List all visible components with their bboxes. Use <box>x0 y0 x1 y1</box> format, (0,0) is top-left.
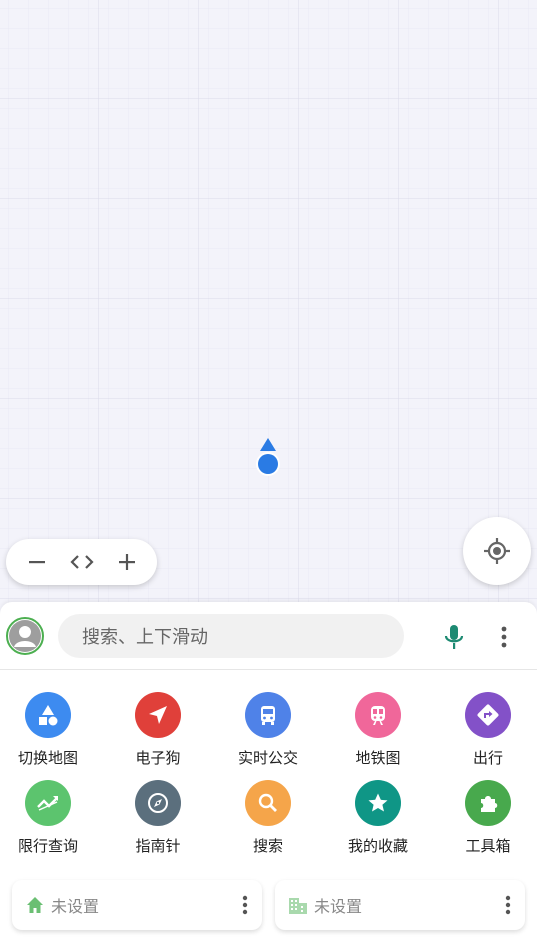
tool-switch-map[interactable]: 切换地图 <box>0 692 98 772</box>
more-vertical-icon <box>505 895 511 915</box>
tool-subway-map[interactable]: 地铁图 <box>328 692 428 772</box>
current-location-marker <box>256 438 280 476</box>
user-icon <box>9 620 41 652</box>
tool-e-dog[interactable]: 电子狗 <box>108 692 208 772</box>
gps-target-icon <box>484 538 510 564</box>
tool-search[interactable]: 搜索 <box>218 780 318 860</box>
tool-label: 实时公交 <box>237 749 298 767</box>
zoom-slider-button[interactable] <box>62 542 102 582</box>
search-row: 搜索、上下滑动 <box>0 602 537 670</box>
my-location-button[interactable] <box>463 517 531 585</box>
compass-icon <box>135 780 181 826</box>
shapes-icon <box>25 692 71 738</box>
trend-icon <box>25 780 71 826</box>
more-vertical-icon <box>501 626 507 648</box>
more-options-button[interactable] <box>492 622 516 652</box>
user-avatar[interactable] <box>6 617 44 655</box>
home-label: 未设置 <box>51 897 100 916</box>
tool-label: 地铁图 <box>355 749 401 767</box>
tool-traffic-restriction[interactable]: 限行查询 <box>0 780 98 860</box>
bus-icon <box>245 692 291 738</box>
tool-label: 切换地图 <box>17 749 78 767</box>
star-icon <box>355 780 401 826</box>
plus-icon <box>118 554 135 570</box>
zoom-in-button[interactable] <box>107 542 147 582</box>
tool-favorites[interactable]: 我的收藏 <box>328 780 428 860</box>
directions-icon <box>465 692 511 738</box>
home-address-card[interactable]: 未设置 <box>12 880 262 930</box>
home-more-button[interactable] <box>240 893 250 917</box>
home-icon <box>24 894 46 916</box>
tool-toolbox[interactable]: 工具箱 <box>438 780 537 860</box>
voice-search-button[interactable] <box>440 622 468 652</box>
building-icon <box>287 894 309 916</box>
search-placeholder: 搜索、上下滑动 <box>82 627 208 648</box>
tool-label: 限行查询 <box>17 837 78 855</box>
work-address-card[interactable]: 未设置 <box>275 880 525 930</box>
more-vertical-icon <box>242 895 248 915</box>
tool-label: 工具箱 <box>465 837 511 855</box>
zoom-out-button[interactable] <box>17 542 57 582</box>
bottom-panel: 搜索、上下滑动 切换地图 电子狗 实时公交 地铁图 出行 限行查询 指南针 搜索… <box>0 602 537 943</box>
search-icon <box>245 780 291 826</box>
tool-realtime-bus[interactable]: 实时公交 <box>218 692 318 772</box>
minus-icon <box>28 561 45 564</box>
tool-label: 搜索 <box>252 837 283 855</box>
tool-label: 电子狗 <box>135 749 181 767</box>
navigation-arrow-icon <box>135 692 181 738</box>
code-arrows-icon <box>69 555 94 569</box>
puzzle-icon <box>465 780 511 826</box>
tool-label: 我的收藏 <box>347 837 408 855</box>
search-input[interactable]: 搜索、上下滑动 <box>58 614 404 658</box>
tool-label: 出行 <box>472 749 503 767</box>
subway-icon <box>355 692 401 738</box>
tool-compass[interactable]: 指南针 <box>108 780 208 860</box>
zoom-control <box>6 539 157 585</box>
tool-travel[interactable]: 出行 <box>438 692 537 772</box>
tool-label: 指南针 <box>135 837 181 855</box>
work-label: 未设置 <box>314 897 363 916</box>
microphone-icon <box>444 625 464 649</box>
work-more-button[interactable] <box>503 893 513 917</box>
map-view[interactable] <box>0 0 537 605</box>
